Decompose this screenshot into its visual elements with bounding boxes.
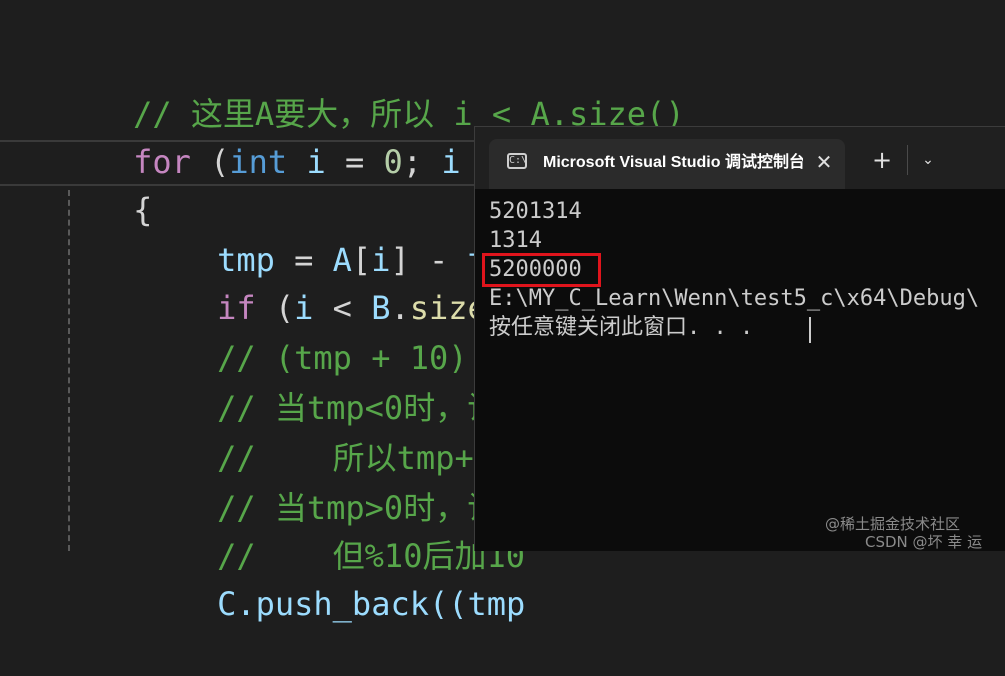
code-line-4[interactable]: tmp = A[i] - tmp [140,188,525,279]
close-icon[interactable]: ✕ [811,149,837,175]
output-line-1: 5201314 [489,199,582,224]
code-punct: = [325,143,384,181]
code-line-1[interactable]: // 这里A要大，所以 i < A.size() [56,42,685,133]
new-tab-button[interactable]: + [869,147,895,173]
variable-i: i [441,143,461,181]
watermark-csdn: CSDN @坏 幸 运 [865,533,983,551]
code-punct [287,143,306,181]
code-line-6[interactable]: // (tmp + 10) % [140,286,506,377]
debug-console-window[interactable]: C:\ Microsoft Visual Studio 调试控制台 ✕ + ⌄ … [474,126,1005,551]
code-punct: ; [402,143,442,181]
code-punct: ( [190,143,230,181]
text-cursor [809,317,811,343]
code-line-9[interactable]: // 当tmp>0时，说明 [140,436,531,527]
titlebar-divider [907,145,908,175]
keyword-int: int [229,143,288,181]
console-tab[interactable]: C:\ Microsoft Visual Studio 调试控制台 ✕ [489,139,845,189]
number-literal: 0 [383,143,403,181]
code-line-11[interactable]: C.push_back((tmp [140,532,525,623]
output-line-5: 按任意键关闭此窗口. . . [489,315,754,340]
variable-i: i [306,143,326,181]
terminal-titlebar[interactable]: C:\ Microsoft Visual Studio 调试控制台 ✕ + ⌄ [475,127,1005,189]
output-line-2: 1314 [489,228,542,253]
code-line-3[interactable]: { [56,138,152,229]
code-line-5[interactable]: if (i < B.size() [140,236,525,327]
code-partial: C.push_back((tmp [217,585,526,623]
red-highlight-box [482,253,601,287]
code-line-7[interactable]: // 当tmp<0时，说明 [140,336,531,427]
console-icon: C:\ [507,153,527,169]
output-line-4: E:\MY_C_Learn\Wenn\test5_c\x64\Debug\ [489,286,980,311]
tab-title: Microsoft Visual Studio 调试控制台 [543,154,803,171]
chevron-down-icon[interactable]: ⌄ [915,147,941,173]
code-line-10[interactable]: // 但%10后加10 [140,484,525,575]
